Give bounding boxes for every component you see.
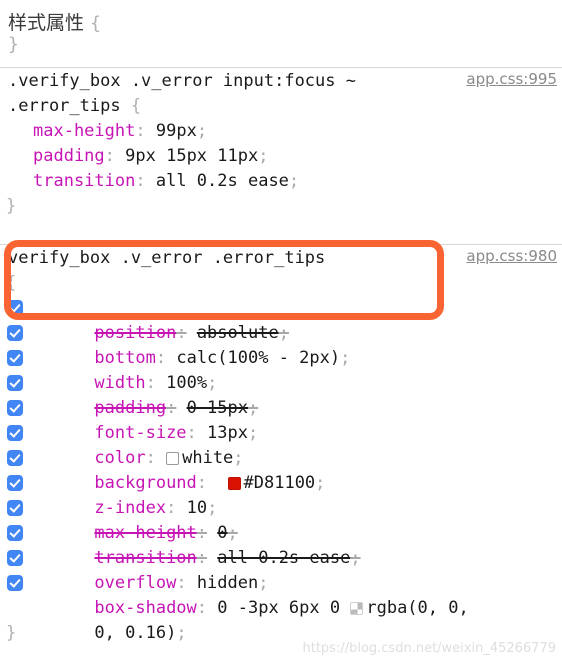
- declaration-row[interactable]: color: white;: [0, 421, 562, 468]
- declaration-row[interactable]: max-height: 0;: [0, 496, 562, 543]
- declaration-checkbox[interactable]: [7, 300, 23, 316]
- declaration-row[interactable]: overflow: hidden;: [0, 546, 562, 593]
- property-value[interactable]: all 0.2s ease: [156, 171, 289, 191]
- rule-selector-text: verify_box .v_error .error_tips: [8, 248, 326, 268]
- declaration-checkbox[interactable]: [7, 325, 23, 341]
- declaration-checkbox[interactable]: [7, 550, 23, 566]
- property-value-wrapped[interactable]: 0, 0.16): [94, 623, 176, 643]
- rule-header: .verify_box .v_error input:focus ~ .erro…: [0, 69, 562, 116]
- declaration-row[interactable]: box-shadow: 0 -3px 6px 0 rgba(0, 0,: [0, 571, 562, 618]
- css-rule-block-error-tips: verify_box .v_error .error_tips app.css:…: [0, 246, 562, 662]
- declaration-checkbox[interactable]: [7, 425, 23, 441]
- declaration-row[interactable]: padding: 0 15px;: [0, 371, 562, 418]
- property-semicolon: ;: [176, 623, 187, 643]
- declaration-row[interactable]: max-height: 99px;: [0, 119, 562, 144]
- declaration-checkbox[interactable]: [7, 450, 23, 466]
- rule-header: verify_box .v_error .error_tips app.css:…: [0, 246, 562, 271]
- declaration-row[interactable]: transition: all 0.2s ease;: [0, 521, 562, 568]
- source-link-995[interactable]: app.css:995: [466, 70, 557, 88]
- rule-selector[interactable]: verify_box .v_error .error_tips: [8, 246, 442, 271]
- property-colon: :: [104, 146, 115, 166]
- declaration-row[interactable]: position: absolute;: [0, 296, 562, 343]
- declaration-row-wrapped[interactable]: 0, 0.16);: [0, 596, 562, 643]
- declaration-checkbox[interactable]: [7, 400, 23, 416]
- declaration-row[interactable]: background: #D81100;: [0, 446, 562, 493]
- property-value[interactable]: 9px 15px 11px: [125, 146, 258, 166]
- watermark-text: https://blog.csdn.net/weixin_45266779: [302, 641, 556, 656]
- declaration-row[interactable]: width: 100%;: [0, 346, 562, 393]
- rule-open-brace: {: [6, 273, 17, 293]
- source-link-980[interactable]: app.css:980: [466, 247, 557, 265]
- property-semicolon: ;: [196, 121, 208, 141]
- declaration-checkbox[interactable]: [7, 475, 23, 491]
- panel-title: 样式属性 {: [8, 8, 101, 35]
- declaration-row[interactable]: z-index: 10;: [0, 471, 562, 518]
- panel-title-text: 样式属性: [8, 12, 85, 34]
- property-name: max-height: [33, 121, 136, 141]
- property-value[interactable]: 99px: [156, 121, 197, 141]
- panel-close-brace: }: [8, 34, 19, 55]
- declaration-checkbox[interactable]: [7, 575, 23, 591]
- declaration-checkbox[interactable]: [7, 500, 23, 516]
- property-semicolon: ;: [288, 171, 300, 191]
- property-colon: :: [135, 171, 146, 191]
- style-attributes-header: 样式属性 { }: [0, 0, 562, 68]
- declaration-row[interactable]: font-size: 13px;: [0, 396, 562, 443]
- rule-close-brace: }: [6, 196, 17, 216]
- panel-open-brace: {: [90, 13, 101, 34]
- property-name: transition: [33, 171, 136, 191]
- property-name: padding: [33, 146, 105, 166]
- rule-open-brace-line: {: [0, 271, 562, 296]
- declaration-list: max-height: 99px; padding: 9px 15px 11px…: [0, 94, 562, 194]
- declaration-row[interactable]: transition: all 0.2s ease;: [0, 169, 562, 194]
- property-colon: :: [135, 121, 146, 141]
- declaration-row[interactable]: padding: 9px 15px 11px;: [0, 144, 562, 169]
- declaration-checkbox[interactable]: [7, 350, 23, 366]
- declaration-checkbox[interactable]: [7, 525, 23, 541]
- declaration-row[interactable]: bottom: calc(100% - 2px);: [0, 321, 562, 368]
- declaration-list: position: absolute; bottom: calc(100% - …: [0, 296, 562, 643]
- property-semicolon: ;: [258, 146, 269, 166]
- declaration-checkbox[interactable]: [7, 375, 23, 391]
- css-rule-block-focus: .verify_box .v_error input:focus ~ .erro…: [0, 69, 562, 245]
